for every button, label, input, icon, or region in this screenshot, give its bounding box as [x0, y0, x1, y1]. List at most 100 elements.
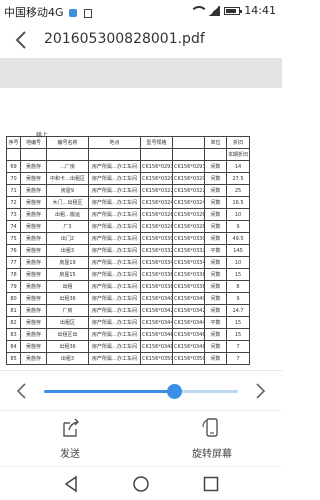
table-cell: 房产所属…办工车间 [88, 160, 141, 173]
table-cell: 木门…出租区 [46, 196, 89, 209]
table-cell: 厂3 [46, 220, 89, 233]
table-cell: 71 [6, 184, 21, 197]
table-cell: CK156*0338 [172, 280, 205, 293]
table-cell: 房产所属…办工车间 [88, 172, 141, 185]
table-row: 80 吴施存 出租36 房产所属…办工车间 CK156*0340 CK156*0340 间数… [6, 292, 251, 305]
clock: 14:41 [244, 4, 276, 17]
table-cell: 16.5 [225, 196, 251, 209]
back-button[interactable] [10, 28, 34, 52]
table-cell: CK156*0332 [172, 244, 205, 257]
table-cell: 厂房 [46, 304, 89, 317]
table-cell: 房产所属…办工车间 [88, 268, 141, 281]
table-cell: 15 [225, 316, 251, 329]
table-cell: 85 [6, 352, 21, 365]
table-cell: 房屋15 [46, 268, 89, 281]
table-row: 69 吴施存 …厂房 房产所属…办工车间 CK156*0293 CK156*0293 间数 1… [6, 160, 251, 173]
table-header-cell [140, 148, 173, 161]
table-cell: 15 [225, 328, 251, 341]
table-cell: 吴施存 [20, 184, 47, 197]
table-cell: 间数 [204, 220, 227, 233]
table-cell: 8 [225, 280, 251, 293]
table-header-cell [204, 148, 227, 161]
toolbar-band [0, 58, 282, 88]
share-button[interactable]: 发送 [30, 417, 110, 465]
table-header-cell [20, 148, 47, 161]
table-cell: 间数 [204, 232, 227, 245]
table-cell: 房产所属…办工车间 [88, 220, 141, 233]
carrier-group: 中国移动4G [4, 4, 92, 20]
table-cell: 房产所属…办工车间 [88, 280, 141, 293]
table-row: 72 吴施存 木门…出租区 房产所属…办工车间 CK156*0324 CK156*0324… [6, 196, 251, 209]
back-triangle-icon[interactable] [62, 475, 80, 493]
network-badge-icon [69, 9, 78, 17]
share-icon [63, 418, 79, 437]
table-cell: 吴施存 [20, 316, 47, 329]
table-cell: 9 [225, 292, 251, 305]
table-cell: 出租3 [46, 244, 89, 257]
table-cell: CK156*0330 [140, 232, 173, 245]
table-cell: 83 [6, 328, 21, 341]
table-cell: 25 [225, 184, 251, 197]
table-cell: CK156*0344 [172, 316, 205, 329]
page-controls [0, 370, 282, 410]
recents-square-icon[interactable] [202, 475, 220, 493]
table-cell: 房产所属…办工车间 [88, 208, 141, 221]
table-cell: 中和卡…出租区 [46, 172, 89, 185]
table-cell: CK156*0348 [140, 340, 173, 353]
table-header-cell: 地点 [88, 136, 141, 149]
table-cell: 出租36 [46, 340, 89, 353]
next-page-button[interactable] [250, 381, 270, 401]
previous-page-button[interactable] [12, 381, 32, 401]
table-cell: 81 [6, 304, 21, 317]
slider-thumb[interactable] [166, 384, 182, 399]
table-cell: 吴施存 [20, 340, 47, 353]
table-cell: 吴施存 [20, 244, 47, 257]
slider-fill [44, 390, 174, 393]
table-cell: 出租…搬运 [46, 208, 89, 221]
home-circle-icon[interactable] [132, 475, 150, 493]
title-bar: 201605300828001.pdf [0, 22, 282, 58]
rotate-screen-button[interactable]: 旋转屏幕 [172, 417, 252, 465]
rotate-screen-icon [202, 418, 218, 437]
table-cell: 出租区出 [46, 328, 89, 341]
table-header-row: 本期折旧 [6, 148, 251, 161]
table-row: 79 吴施存 出租 房产所属…办工车间 CK156*0338 CK156*0338 间数 8 [6, 280, 251, 293]
table-cell: 吴施存 [20, 172, 47, 185]
table-cell: 73 [6, 208, 21, 221]
table-header-cell [172, 136, 205, 149]
table-row: 78 吴施存 房屋15 房产所属…办工车间 CK156*0336 CK156*0336 间数… [6, 268, 251, 281]
table-header-cell: 折旧 [225, 136, 251, 149]
table-cell: 房产所属…办工车间 [88, 304, 141, 317]
table-cell: CK156*0336 [172, 268, 205, 281]
table-cell: CK156*0348 [172, 340, 205, 353]
pdf-page-view[interactable]: 续上 序号 地编号 编号名称 地点 型号规格 单位 折旧 本期折旧 69 吴施存 …厂房 房产所属… [0, 88, 282, 370]
table-cell: CK156*0324 [140, 196, 173, 209]
table-cell: …厂房 [46, 160, 89, 173]
table-row: 74 吴施存 厂3 房产所属…办工车间 CK156*0328 CK156*0328 间数 9 [6, 220, 251, 233]
table-row: 71 吴施存 房屋9 房产所属…办工车间 CK156*0322 CK156*0322 间数 2… [6, 184, 251, 197]
chevron-right-icon [256, 383, 266, 399]
table-cell: CK156*0326 [172, 208, 205, 221]
table-cell: 84 [6, 340, 21, 353]
table-cell: 74 [6, 220, 21, 233]
table-cell: CK156*0328 [140, 220, 173, 233]
table-cell: 间数 [204, 280, 227, 293]
table-cell: 平数 [204, 316, 227, 329]
page-title: 201605300828001.pdf [44, 31, 205, 47]
chevron-left-icon [15, 31, 26, 49]
table-cell: 吴施存 [20, 232, 47, 245]
table-cell: 房产所属…办工车间 [88, 232, 141, 245]
table-cell: CK156*0320 [172, 172, 205, 185]
sim-icon [83, 8, 92, 18]
table-row: 73 吴施存 出租…搬运 房产所属…办工车间 CK156*0326 CK156*0326 间… [6, 208, 251, 221]
table-cell: 9 [225, 220, 251, 233]
table-cell: 房屋9 [46, 184, 89, 197]
table-cell: CK156*0346 [172, 328, 205, 341]
table-cell: 房产所属…办工车间 [88, 184, 141, 197]
page-slider[interactable] [44, 384, 238, 399]
table-cell: 间数 [204, 352, 227, 365]
table-cell: CK156*0328 [172, 220, 205, 233]
table-cell: 27.5 [225, 172, 251, 185]
table-cell: CK156*0350 [172, 352, 205, 365]
table-cell: CK156*0324 [172, 196, 205, 209]
